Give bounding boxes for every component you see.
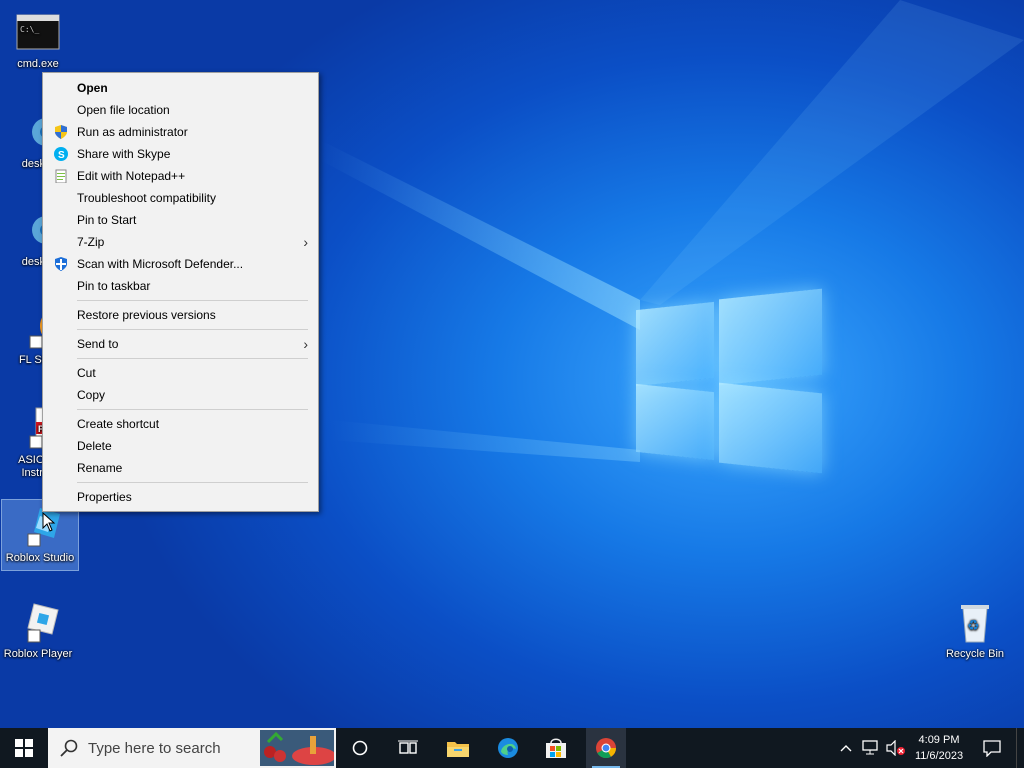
defender-shield-icon [55, 257, 67, 271]
network-button[interactable] [860, 728, 882, 768]
menu-item-send-to[interactable]: Send to › [43, 333, 318, 355]
volume-muted-icon [886, 740, 905, 756]
menu-item-label: 7-Zip [77, 235, 105, 249]
menu-item-properties[interactable]: Properties [43, 486, 318, 508]
menu-item-scan-with-defender[interactable]: Scan with Microsoft Defender... [43, 253, 318, 275]
search-icon [60, 739, 78, 757]
menu-item-label: Properties [77, 490, 132, 504]
taskbar: Type here to search 4:09 PM 11/6/2023 [0, 728, 1024, 768]
show-hidden-icons-button[interactable] [836, 728, 856, 768]
menu-item-label: Run as administrator [77, 125, 188, 139]
menu-item-label: Restore previous versions [77, 308, 216, 322]
menu-item-label: Pin to Start [77, 213, 137, 227]
menu-item-rename[interactable]: Rename [43, 457, 318, 479]
windows-start-icon [15, 739, 33, 757]
recycle-bin-icon: ♻ [953, 600, 997, 644]
menu-item-pin-to-taskbar[interactable]: Pin to taskbar [43, 275, 318, 297]
menu-item-7zip[interactable]: 7-Zip › [43, 231, 318, 253]
show-desktop-button[interactable] [1016, 728, 1024, 768]
menu-item-label: Send to [77, 337, 119, 351]
desktop-icon-cmd[interactable]: C:\_ cmd.exe [0, 10, 76, 71]
menu-item-edit-with-notepadpp[interactable]: Edit with Notepad++ [43, 165, 318, 187]
svg-text:♻: ♻ [967, 618, 980, 634]
menu-item-troubleshoot-compatibility[interactable]: Troubleshoot compatibility [43, 187, 318, 209]
clock[interactable]: 4:09 PM 11/6/2023 [908, 728, 970, 768]
menu-item-open-file-location[interactable]: Open file location [43, 99, 318, 121]
submenu-arrow-icon: › [303, 234, 308, 250]
notifications-button[interactable] [976, 728, 1008, 768]
menu-separator [77, 329, 308, 330]
menu-item-cut[interactable]: Cut [43, 362, 318, 384]
file-explorer-icon [447, 742, 469, 757]
task-view-button[interactable] [390, 728, 426, 768]
menu-separator [77, 409, 308, 410]
cortana-button[interactable] [342, 728, 378, 768]
menu-item-delete[interactable]: Delete [43, 435, 318, 457]
roblox-player-icon [16, 600, 60, 644]
mouse-cursor-icon [42, 512, 56, 532]
desktop-icon-roblox-player[interactable]: Roblox Player [0, 600, 76, 661]
menu-separator [77, 482, 308, 483]
microsoft-store-icon [546, 738, 566, 758]
menu-item-label: Rename [77, 461, 123, 475]
menu-item-label: Open [77, 81, 108, 95]
menu-item-copy[interactable]: Copy [43, 384, 318, 406]
menu-item-label: Troubleshoot compatibility [77, 191, 216, 205]
search-highlight-image [260, 730, 334, 766]
volume-button[interactable] [884, 728, 908, 768]
taskbar-file-explorer[interactable] [440, 728, 476, 768]
menu-item-label: Create shortcut [77, 417, 160, 431]
taskbar-microsoft-store[interactable] [538, 728, 574, 768]
menu-separator [77, 358, 308, 359]
menu-item-label: Scan with Microsoft Defender... [77, 257, 244, 271]
menu-item-label: Share with Skype [77, 147, 171, 161]
menu-item-label: Pin to taskbar [77, 279, 151, 293]
menu-item-label: Delete [77, 439, 112, 453]
chevron-up-icon [840, 745, 852, 752]
menu-item-label: Open file location [77, 103, 170, 117]
desktop-icon-label: Roblox Player [3, 648, 73, 660]
menu-item-label: Cut [77, 366, 96, 380]
notepadpp-icon [55, 169, 67, 183]
network-icon [862, 740, 878, 755]
desktop-icon-label: Roblox Studio [5, 552, 75, 564]
edge-icon [498, 738, 518, 758]
search-placeholder: Type here to search [88, 740, 221, 757]
desktop-icon-label: Recycle Bin [945, 648, 1005, 660]
menu-item-share-with-skype[interactable]: S Share with Skype [43, 143, 318, 165]
taskbar-chrome[interactable] [586, 728, 626, 768]
desktop-icon-label: cmd.exe [17, 58, 59, 70]
windows-logo-wallpaper [636, 288, 824, 480]
menu-item-label: Edit with Notepad++ [77, 169, 186, 183]
clock-date: 11/6/2023 [914, 750, 964, 762]
menu-item-pin-to-start[interactable]: Pin to Start [43, 209, 318, 231]
submenu-arrow-icon: › [303, 336, 308, 352]
context-menu: Open Open file location Run as administr… [42, 72, 319, 512]
svg-text:C:\_: C:\_ [20, 25, 39, 34]
menu-separator [77, 300, 308, 301]
menu-item-create-shortcut[interactable]: Create shortcut [43, 413, 318, 435]
menu-item-label: Copy [77, 388, 106, 402]
uac-shield-icon [55, 125, 67, 139]
desktop: C:\_ cmd.exe deskto deskto FL Stud PD AS… [0, 0, 1024, 728]
menu-item-open[interactable]: Open [43, 77, 318, 99]
menu-item-run-as-administrator[interactable]: Run as administrator [43, 121, 318, 143]
cortana-circle-icon [352, 740, 368, 756]
svg-text:S: S [58, 150, 65, 161]
task-view-icon [398, 740, 418, 754]
search-box[interactable]: Type here to search [48, 728, 336, 768]
chrome-icon [596, 738, 617, 759]
taskbar-edge[interactable] [490, 728, 526, 768]
menu-item-restore-previous-versions[interactable]: Restore previous versions [43, 304, 318, 326]
clock-time: 4:09 PM [918, 734, 960, 746]
desktop-icon-recycle-bin[interactable]: ♻ Recycle Bin [937, 600, 1013, 661]
notification-center-icon [983, 740, 1001, 757]
start-button[interactable] [0, 728, 48, 768]
terminal-icon: C:\_ [16, 10, 60, 54]
skype-icon: S [54, 147, 68, 161]
